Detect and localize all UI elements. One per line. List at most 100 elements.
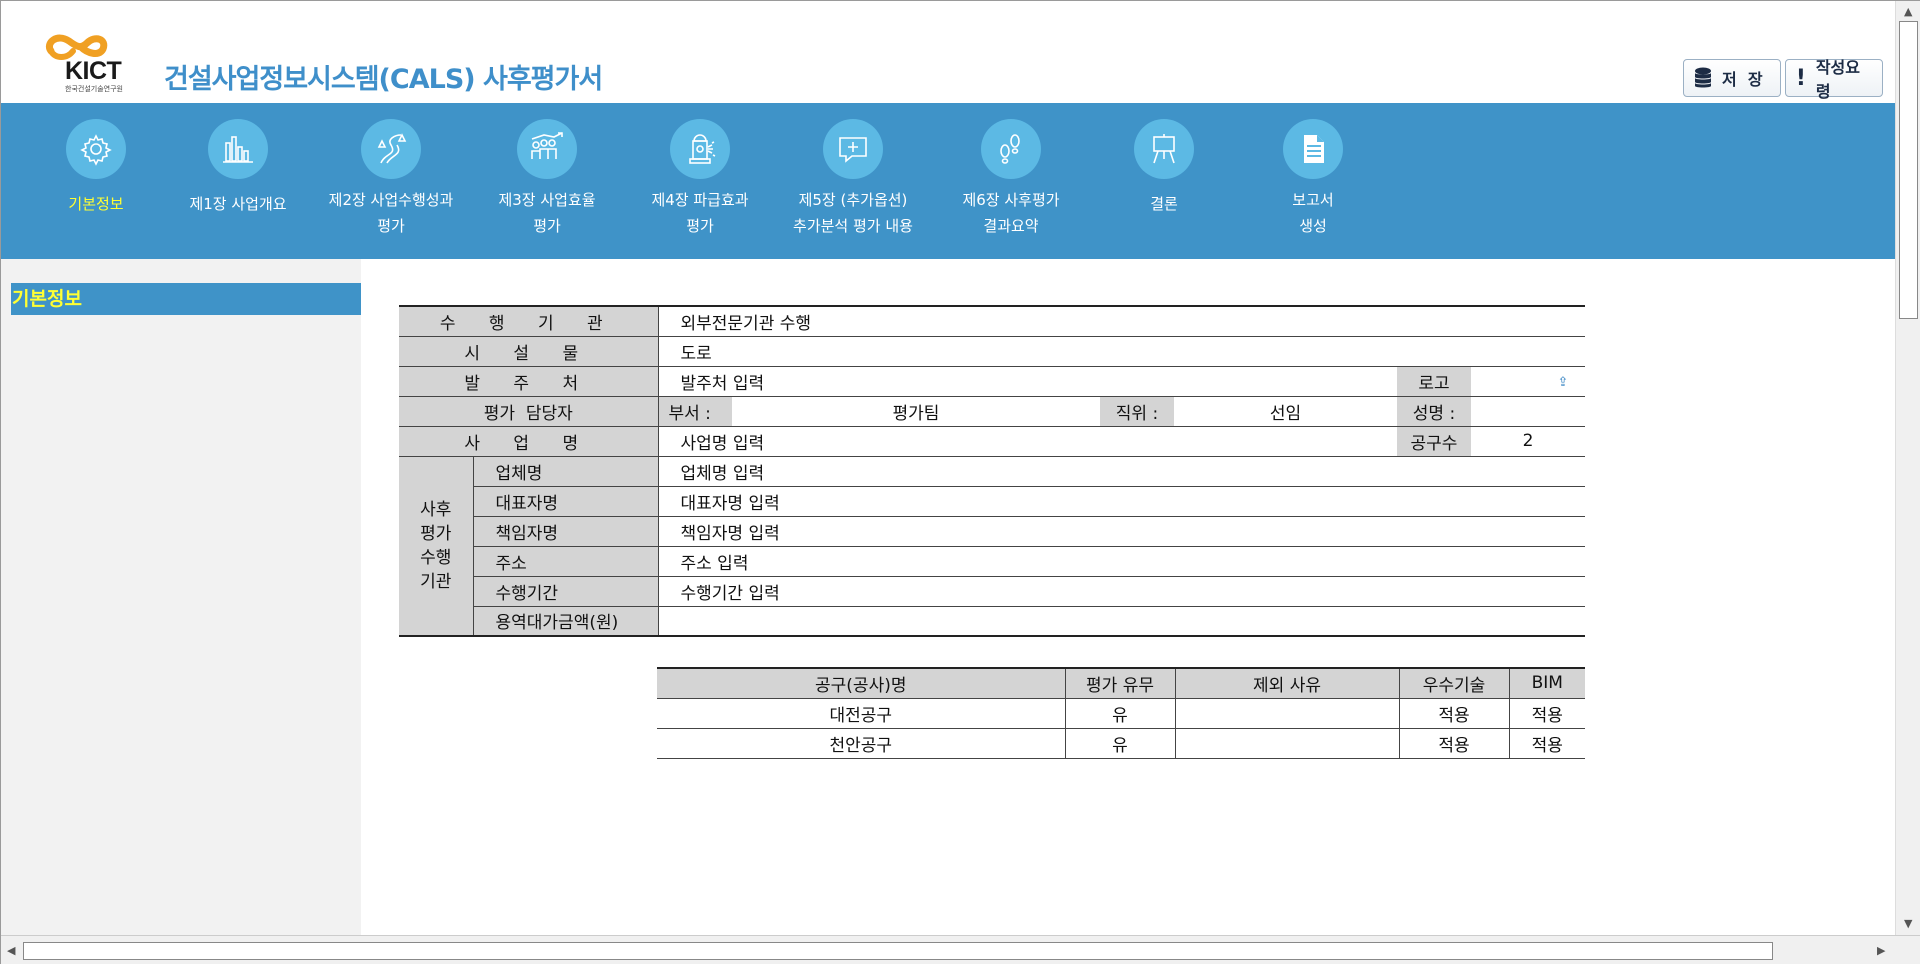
table-cell[interactable]: 유 [1065,728,1176,759]
logo-upload-cell[interactable]: ⇪ [1471,366,1585,397]
scroll-right-icon[interactable]: ▶ [1877,944,1885,957]
app-window: KICT 한국건설기술연구원 건설사업정보시스템(CALS) 사후평가서 저 장… [0,0,1920,964]
table-cell[interactable]: 대전공구 [657,698,1066,729]
nav-label: 제2장 사업수행성과 평가 [328,191,454,235]
database-icon [1692,67,1714,89]
sections-label: 공구수 [1397,426,1471,457]
table-row: 수 행 기 관 외부전문기관 수행 [399,306,1585,337]
hydrant-icon [670,119,730,179]
work-section-table: 공구(공사)명 평가 유무 제외 사유 우수기술 BIM 대전공구 유 적용 적… [657,667,1585,759]
table-cell[interactable]: 천안공구 [657,728,1066,759]
address-value[interactable]: 주소 입력 [658,546,1585,577]
label-text: 사 업 명 [464,433,593,454]
manager-label: 책임자명 [472,516,659,547]
column-header: 평가 유무 [1065,668,1176,699]
table-row: 시 설 물 도로 [399,336,1585,367]
dept-value[interactable]: 평가팀 [732,396,1100,427]
chat-plus-icon [823,119,883,179]
table-row: 발 주 처 발주처 입력 로고 ⇪ [399,366,1585,397]
save-button[interactable]: 저 장 [1683,59,1781,97]
position-value[interactable]: 선임 [1174,396,1397,427]
nav-label: 기본정보 [68,195,124,213]
sidebar-item-basic-info[interactable]: 기본정보 [11,283,363,315]
nav-item-chapter5[interactable]: 제5장 (추가옵션) 추가분석 평가 내용 [773,103,933,259]
column-header: 제외 사유 [1175,668,1400,699]
nav-item-basic-info[interactable]: 기본정보 [16,103,176,259]
scroll-up-icon[interactable]: ▲ [1904,5,1912,18]
label-text: 발 주 처 [464,373,593,394]
name-label: 성명 : [1397,396,1471,427]
address-label: 주소 [472,546,659,577]
period-value[interactable]: 수행기간 입력 [658,576,1585,607]
table-row: 대전공구 유 적용 적용 [657,698,1585,729]
manager-value[interactable]: 책임자명 입력 [658,516,1585,547]
table-cell[interactable]: 적용 [1509,728,1585,759]
horizontal-scroll-thumb[interactable] [23,942,1773,960]
nav-item-chapter6[interactable]: 제6장 사후평가 결과요약 [931,103,1091,259]
nav-label: 제1장 사업개요 [189,195,287,213]
main-content: 수 행 기 관 외부전문기관 수행 시 설 물 도로 발 주 처 발주처 입력 … [361,259,1895,935]
facility-value[interactable]: 도로 [658,336,1585,367]
sidebar: 기본정보 [1,259,363,935]
guide-label: 작성요령 [1815,58,1860,101]
horizontal-scrollbar[interactable]: ◀ ▶ [1,935,1920,964]
fee-value[interactable] [658,606,1585,636]
table-row: 평가 담당자 부서 : 평가팀 직위 : 선임 성명 : [399,396,1585,427]
page-title: 건설사업정보시스템(CALS) 사후평가서 [164,64,603,95]
vertical-scroll-thumb[interactable] [1899,21,1918,319]
logo-subtext: 한국건설기술연구원 [65,85,123,93]
nav-label: 제3장 사업효율 평가 [498,191,596,235]
table-cell[interactable]: 유 [1065,698,1176,729]
label-text: 수 행 기 관 [439,313,617,334]
header: KICT 한국건설기술연구원 건설사업정보시스템(CALS) 사후평가서 저 장… [1,1,1895,103]
logo-text: KICT [65,57,122,85]
client-value[interactable]: 발주처 입력 [658,366,1397,397]
dept-label: 부서 : [658,396,732,427]
scroll-down-icon[interactable]: ▼ [1904,917,1912,930]
save-label: 저 장 [1722,70,1763,89]
gear-icon [66,119,126,179]
nav-item-chapter3[interactable]: 제3장 사업효율 평가 [467,103,627,259]
period-label: 수행기간 [472,576,659,607]
nav-item-chapter2[interactable]: 제2장 사업수행성과 평가 [311,103,471,259]
table-row: 주소 주소 입력 [399,546,1585,577]
column-header: 공구(공사)명 [657,668,1066,699]
guide-button[interactable]: ! 작성요령 [1785,58,1883,101]
ceo-value[interactable]: 대표자명 입력 [658,486,1585,517]
project-label: 사 업 명 [399,426,659,457]
facility-label: 시 설 물 [399,336,659,367]
agency-value[interactable]: 외부전문기관 수행 [658,306,1585,337]
sections-value[interactable]: 2 [1471,426,1585,457]
nav-label: 제4장 파급효과 평가 [651,191,749,235]
table-cell[interactable] [1175,728,1400,759]
nav-item-report[interactable]: 보고서 생성 [1233,103,1393,259]
org-group-label: 사후 평가 수행 기관 [399,456,474,637]
chapter-nav: 기본정보 제1장 사업개요 제2장 사업수행성과 평가 제3장 사업효율 평가 … [1,103,1895,259]
scroll-left-icon[interactable]: ◀ [7,944,15,957]
table-cell[interactable]: 적용 [1399,698,1510,729]
company-value[interactable]: 업체명 입력 [658,456,1585,487]
project-value[interactable]: 사업명 입력 [658,426,1397,457]
table-row: 책임자명 책임자명 입력 [399,516,1585,547]
nav-label: 제5장 (추가옵션) 추가분석 평가 내용 [793,191,913,235]
table-row: 대표자명 대표자명 입력 [399,486,1585,517]
name-value[interactable] [1471,396,1585,427]
road-icon [361,119,421,179]
table-row: 용역대가금액(원) [399,606,1585,636]
upload-icon[interactable]: ⇪ [1558,375,1569,390]
table-header-row: 공구(공사)명 평가 유무 제외 사유 우수기술 BIM [657,668,1585,699]
agency-label: 수 행 기 관 [399,306,659,337]
column-header: BIM [1509,668,1585,699]
table-cell[interactable]: 적용 [1399,728,1510,759]
table-row: 사후 평가 수행 기관 업체명 업체명 입력 [399,456,1585,637]
table-cell[interactable] [1175,698,1400,729]
vertical-scrollbar[interactable]: ▲ ▼ [1895,1,1920,935]
nav-item-chapter1[interactable]: 제1장 사업개요 [158,103,318,259]
ceo-label: 대표자명 [472,486,659,517]
nav-item-chapter4[interactable]: 제4장 파급효과 평가 [620,103,780,259]
kict-logo: KICT 한국건설기술연구원 [41,29,137,95]
table-cell[interactable]: 적용 [1509,698,1585,729]
nav-item-conclusion[interactable]: 결론 [1084,103,1244,259]
exclamation-icon: ! [1795,65,1806,91]
nav-label: 보고서 생성 [1292,191,1334,235]
